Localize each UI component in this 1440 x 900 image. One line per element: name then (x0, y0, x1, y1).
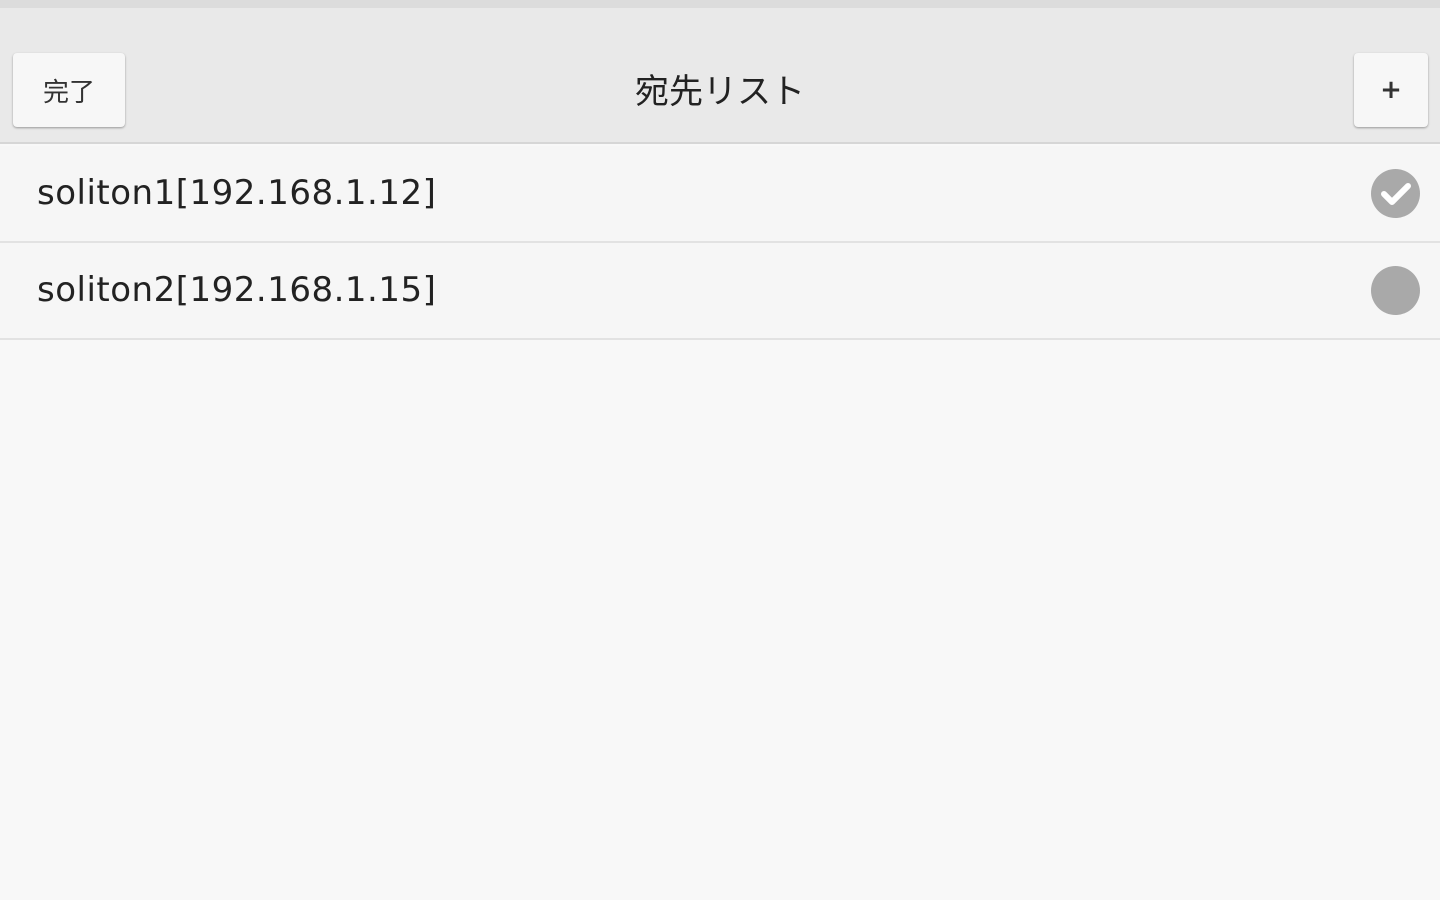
destination-list-screen: 完了 宛先リスト + soliton1[192.168.1.12] solito… (0, 0, 1440, 900)
page-title: 宛先リスト (635, 72, 805, 112)
header-bar: 完了 宛先リスト + (0, 8, 1440, 144)
destination-list: soliton1[192.168.1.12] soliton2[192.168.… (0, 146, 1440, 340)
check-circle-icon[interactable] (1371, 169, 1420, 218)
list-item[interactable]: soliton2[192.168.1.15] (0, 243, 1440, 340)
destination-label: soliton2[192.168.1.15] (37, 270, 437, 310)
circle-icon[interactable] (1371, 266, 1420, 315)
destination-label: soliton1[192.168.1.12] (37, 173, 437, 213)
list-item[interactable]: soliton1[192.168.1.12] (0, 146, 1440, 243)
status-strip (0, 0, 1440, 8)
add-destination-button[interactable]: + (1354, 53, 1428, 127)
